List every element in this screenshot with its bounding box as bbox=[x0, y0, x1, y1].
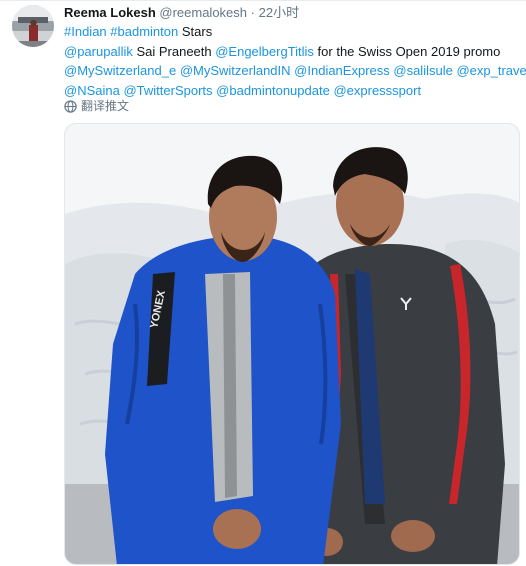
text-segment: Sai Praneeth bbox=[132, 43, 216, 59]
tweet-text-line: @NSaina @TwitterSports @badmintonupdate … bbox=[64, 81, 514, 101]
tweet-text-line: @MySwitzerland_e @MySwitzerlandIN @India… bbox=[64, 61, 526, 81]
display-name[interactable]: Reema Lokesh bbox=[64, 5, 156, 20]
tweet-text: #Indian #badminton Stars @parupallik Sai… bbox=[64, 22, 526, 101]
mention-link[interactable]: @NSaina bbox=[64, 83, 120, 98]
left-man-zip bbox=[223, 274, 237, 498]
user-handle[interactable]: @reemalokesh bbox=[159, 5, 247, 20]
text-segment: Stars bbox=[178, 24, 213, 39]
globe-icon bbox=[64, 99, 77, 113]
translate-label: 翻译推文 bbox=[81, 99, 130, 113]
avatar[interactable] bbox=[12, 5, 54, 47]
separator: · bbox=[250, 5, 255, 20]
tweet-card[interactable]: Reema Lokesh @reemalokesh · 22小时 #Indian… bbox=[0, 0, 526, 566]
left-man-hands bbox=[213, 509, 261, 549]
tweet-timestamp[interactable]: 22小时 bbox=[259, 5, 299, 20]
user-avatar-icon bbox=[12, 5, 54, 47]
mention-link[interactable]: @MySwitzerland_e bbox=[64, 63, 176, 78]
right-man-hand bbox=[391, 520, 435, 552]
mention-link[interactable]: @IndianExpress bbox=[294, 63, 390, 78]
photo-image: YONEX bbox=[65, 124, 519, 564]
tweet-text-line: #Indian #badminton Stars bbox=[64, 22, 514, 42]
mention-link[interactable]: @parupallik bbox=[64, 44, 133, 59]
mention-link[interactable]: @MySwitzerlandIN bbox=[180, 63, 291, 78]
mention-link[interactable]: @badmintonupdate bbox=[216, 83, 330, 98]
hashtag-link[interactable]: #badminton bbox=[110, 24, 178, 39]
mention-link[interactable]: @EngelbergTitlis bbox=[215, 44, 314, 59]
mention-link[interactable]: @expresssport bbox=[333, 83, 421, 98]
hashtag-link[interactable]: #Indian bbox=[64, 24, 107, 39]
mention-link[interactable]: @salilsule bbox=[393, 63, 452, 78]
mention-link[interactable]: @exp_travel bbox=[456, 63, 526, 78]
mention-link[interactable]: @TwitterSports bbox=[123, 83, 212, 98]
translate-tweet-button[interactable]: 翻译推文 bbox=[64, 98, 129, 114]
tweet-text-line: @parupallik Sai Praneeth @EngelbergTitli… bbox=[64, 42, 514, 62]
tweet-photo[interactable]: YONEX bbox=[64, 123, 520, 565]
text-segment: for the Swiss Open 2019 promo bbox=[313, 43, 501, 59]
tweet-header: Reema Lokesh @reemalokesh · 22小时 bbox=[64, 4, 299, 21]
divider bbox=[0, 0, 526, 1]
